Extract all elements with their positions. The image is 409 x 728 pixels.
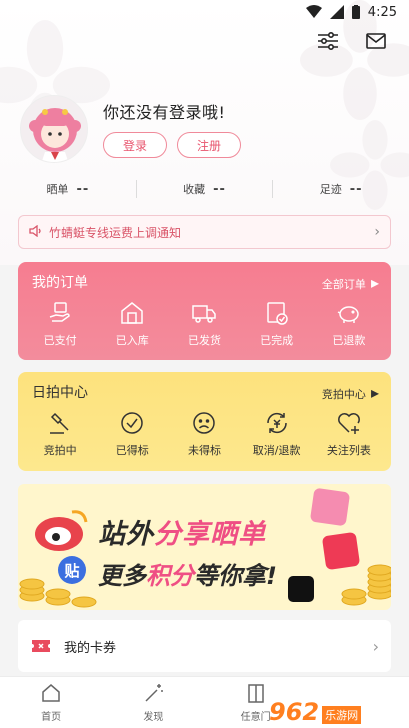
- warehouse-icon: [121, 302, 144, 324]
- order-warehoused[interactable]: 已入库: [97, 300, 167, 348]
- check-doc-icon: [266, 302, 288, 325]
- site-watermark: 962 乐游网: [269, 680, 401, 724]
- promo-banner[interactable]: 贴 站外分享晒单 更多积分等你拿!: [18, 484, 391, 610]
- check-circle-icon: [121, 412, 144, 434]
- tab-label: 任意门: [240, 712, 271, 723]
- login-prompt: 你还没有登录哦!: [103, 103, 226, 122]
- notice-bar[interactable]: 竹蜻蜓专线运费上调通知 ›: [18, 215, 391, 249]
- signal-icon: [329, 5, 344, 19]
- watermark-text: 乐游网: [322, 706, 362, 724]
- my-vouchers-row[interactable]: 我的卡券 ›: [18, 620, 391, 672]
- tab-home[interactable]: 首页: [0, 677, 102, 728]
- auction-lost[interactable]: 未得标: [169, 410, 239, 458]
- orders-card: 我的订单 全部订单 ▸ 已支付 已入库 已发货 已完成 已退款: [18, 262, 391, 360]
- order-label: 已退款: [332, 334, 366, 347]
- all-orders-link[interactable]: 全部订单 ▸: [322, 273, 379, 292]
- settings-sliders-icon[interactable]: [317, 30, 339, 52]
- magic-wand-icon: [145, 684, 164, 702]
- banner-line-2: 更多积分等你拿!: [98, 562, 277, 590]
- auction-cancel-refund[interactable]: 取消/退款: [242, 410, 312, 458]
- auction-won[interactable]: 已得标: [97, 410, 167, 458]
- avatar[interactable]: [20, 95, 88, 163]
- mail-icon[interactable]: [365, 30, 387, 52]
- stat-favorites[interactable]: 收藏 --: [137, 181, 273, 197]
- order-refunded[interactable]: 已退款: [314, 300, 384, 348]
- sad-face-icon: [193, 412, 216, 434]
- truck-icon: [192, 305, 217, 323]
- auction-label: 关注列表: [326, 444, 371, 457]
- auction-watchlist[interactable]: 关注列表: [314, 410, 384, 458]
- stat-value: --: [349, 181, 363, 197]
- status-time: 4:25: [367, 4, 397, 20]
- stat-label: 足迹: [319, 183, 342, 196]
- auction-label: 竞拍中: [43, 444, 77, 457]
- profile-section: 你还没有登录哦! 登录 注册: [20, 95, 241, 163]
- order-label: 已入库: [115, 334, 149, 347]
- refund-icon: [266, 412, 287, 434]
- home-icon: [42, 684, 60, 702]
- piggy-bank-icon: [337, 306, 359, 323]
- heart-plus-icon: [337, 413, 360, 434]
- tab-discover[interactable]: 发现: [102, 677, 204, 728]
- tab-label: 首页: [41, 712, 62, 723]
- order-label: 已支付: [43, 334, 77, 347]
- tiktok-logo-icon: [288, 576, 314, 602]
- sticker-tag: 贴: [58, 556, 86, 584]
- chevron-right-icon: ›: [372, 636, 379, 656]
- speaker-icon: [29, 224, 43, 240]
- watermark-number: 962: [269, 698, 320, 726]
- auction-center-link[interactable]: 竞拍中心 ▸: [322, 383, 379, 402]
- stat-history[interactable]: 足迹 --: [273, 181, 409, 197]
- order-completed[interactable]: 已完成: [242, 300, 312, 348]
- order-shipped[interactable]: 已发货: [169, 300, 239, 348]
- auction-label: 取消/退款: [252, 444, 301, 457]
- weibo-logo-icon: [35, 510, 88, 551]
- orders-title: 我的订单: [32, 275, 88, 291]
- register-button[interactable]: 注册: [177, 132, 241, 158]
- gavel-icon: [50, 412, 69, 434]
- banner-line-1: 站外分享晒单: [98, 519, 266, 550]
- auction-label: 未得标: [187, 444, 221, 457]
- login-button[interactable]: 登录: [103, 132, 167, 158]
- tab-label: 发现: [143, 712, 164, 723]
- user-stats: 晒单 -- 收藏 -- 足迹 --: [0, 176, 409, 202]
- stat-shares[interactable]: 晒单 --: [0, 181, 136, 197]
- stat-value: --: [213, 181, 226, 197]
- vouchers-label: 我的卡券: [64, 640, 117, 656]
- order-paid[interactable]: 已支付: [25, 300, 95, 348]
- bilibili-logo-icon: [309, 487, 351, 527]
- status-bar: 4:25: [0, 0, 409, 24]
- stat-value: --: [76, 181, 90, 197]
- order-label: 已发货: [187, 334, 221, 347]
- hand-coin-icon: [49, 302, 70, 322]
- auction-label: 已得标: [115, 444, 149, 457]
- order-label: 已完成: [260, 334, 294, 347]
- auction-title: 日拍中心: [32, 385, 88, 401]
- xiaohongshu-logo-icon: [321, 531, 361, 571]
- stat-label: 晒单: [46, 183, 69, 196]
- wifi-icon: [305, 5, 322, 19]
- chevron-right-icon: ›: [374, 224, 380, 240]
- auction-card: 日拍中心 竞拍中心 ▸ 竞拍中 已得标 未得标 取消/退款 关注列表: [18, 372, 391, 471]
- notice-text: 竹蜻蜓专线运费上调通知: [49, 225, 182, 240]
- door-icon: [247, 684, 264, 703]
- auction-bidding[interactable]: 竞拍中: [25, 410, 95, 458]
- battery-icon: [351, 5, 360, 19]
- ticket-icon: [32, 640, 50, 652]
- stat-label: 收藏: [183, 183, 206, 196]
